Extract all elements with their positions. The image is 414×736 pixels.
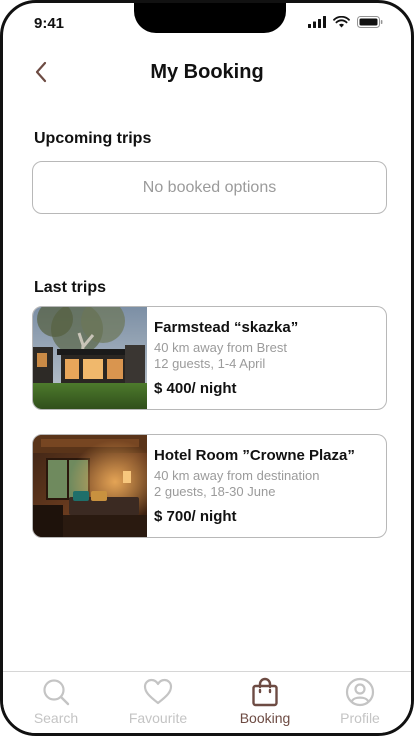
status-icons xyxy=(308,16,383,28)
trip-card-farmstead[interactable]: Farmstead “skazka” 40 km away from Brest… xyxy=(32,306,387,410)
tab-profile[interactable]: Profile xyxy=(308,676,411,732)
tab-label: Booking xyxy=(239,710,291,726)
bottom-tab-bar: Search Favourite Booking Profile xyxy=(3,671,411,733)
trip-guests-dates: 12 guests, 1-4 April xyxy=(154,356,266,371)
tab-label: Search xyxy=(33,710,79,726)
trip-distance: 40 km away from Brest xyxy=(154,340,287,355)
hotel-room-photo xyxy=(33,435,147,537)
tab-label: Profile xyxy=(340,710,380,726)
phone-frame: 9:41 My Booking Upcoming trips No booked xyxy=(0,0,414,736)
status-time: 9:41 xyxy=(34,15,65,32)
last-trips-heading: Last trips xyxy=(34,279,107,296)
trip-info: Hotel Room ”Crowne Plaza” 40 km away fro… xyxy=(154,447,378,525)
trip-name: Hotel Room ”Crowne Plaza” xyxy=(154,447,355,464)
farmstead-photo xyxy=(33,307,147,409)
battery-icon xyxy=(357,16,383,28)
heart-icon xyxy=(143,678,173,705)
no-booked-options-box: No booked options xyxy=(32,161,387,214)
tab-favourite[interactable]: Favourite xyxy=(106,676,210,732)
page-title: My Booking xyxy=(150,61,264,83)
trip-card-hotel-room[interactable]: Hotel Room ”Crowne Plaza” 40 km away fro… xyxy=(32,434,387,538)
trip-info: Farmstead “skazka” 40 km away from Brest… xyxy=(154,319,378,397)
empty-state-text: No booked options xyxy=(142,178,277,196)
trip-name: Farmstead “skazka” xyxy=(154,319,299,336)
search-icon xyxy=(43,679,70,706)
device-notch xyxy=(134,3,286,33)
wifi-icon xyxy=(333,16,350,28)
trip-price: $ 400/ night xyxy=(154,380,237,397)
header: My Booking xyxy=(3,55,411,91)
cellular-signal-icon xyxy=(308,16,326,28)
trip-distance: 40 km away from destination xyxy=(154,468,320,483)
bag-icon xyxy=(252,677,278,707)
tab-booking[interactable]: Booking xyxy=(213,676,317,732)
trip-price: $ 700/ night xyxy=(154,508,237,525)
upcoming-trips-heading: Upcoming trips xyxy=(34,130,152,147)
user-icon xyxy=(345,677,375,707)
tab-search[interactable]: Search xyxy=(4,676,108,732)
tab-label: Favourite xyxy=(128,710,188,726)
trip-guests-dates: 2 guests, 18-30 June xyxy=(154,484,276,499)
